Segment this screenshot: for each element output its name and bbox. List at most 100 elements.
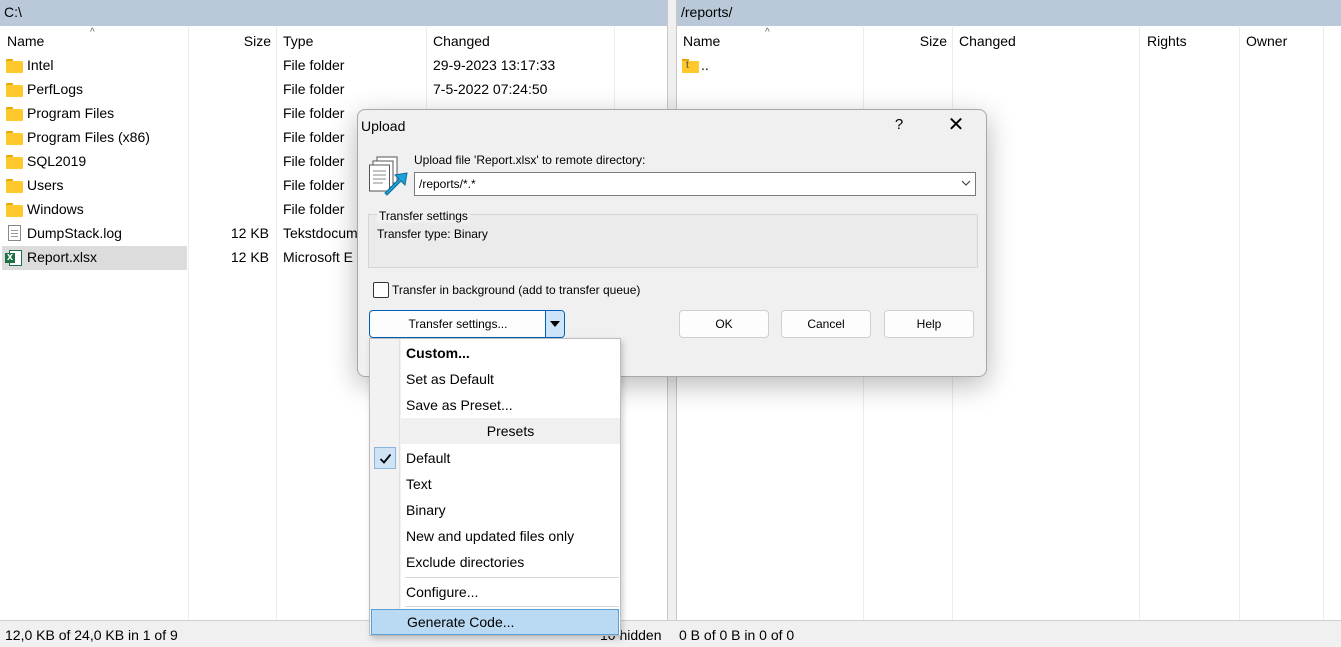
menu-item-label: Custom... xyxy=(406,345,470,361)
column-header-name[interactable]: Name xyxy=(7,27,44,53)
file-type: File folder xyxy=(283,153,345,169)
transfer-settings-button[interactable]: Transfer settings... xyxy=(370,317,546,331)
menu-item-label: Save as Preset... xyxy=(406,397,513,413)
ok-button[interactable]: OK xyxy=(679,310,769,338)
menu-item-label: Binary xyxy=(406,502,446,518)
menu-item-label: Exclude directories xyxy=(406,554,525,570)
help-icon[interactable]: ? xyxy=(892,116,906,133)
file-changed: 7-5-2022 07:24:50 xyxy=(433,81,548,97)
file-changed: 29-9-2023 13:17:33 xyxy=(433,57,556,73)
column-divider[interactable] xyxy=(1323,27,1324,620)
menu-header-presets: Presets xyxy=(401,418,620,444)
file-name: SQL2019 xyxy=(27,153,87,169)
sort-ascending-icon: ^ xyxy=(90,27,95,38)
menu-item-generate-code[interactable]: Generate Code... xyxy=(371,609,619,635)
file-type: File folder xyxy=(283,57,345,73)
chevron-down-icon[interactable] xyxy=(961,178,971,188)
file-name: PerfLogs xyxy=(27,81,84,97)
file-type: File folder xyxy=(283,81,345,97)
dropdown-arrow-icon[interactable] xyxy=(545,311,564,337)
column-rights-label: Rights xyxy=(1147,33,1187,49)
folder-icon xyxy=(6,203,23,217)
folder-icon xyxy=(6,107,23,121)
remote-path-bar[interactable]: /reports/ xyxy=(677,0,1341,26)
file-type: File folder xyxy=(283,129,345,145)
transfer-background-label[interactable]: Transfer in background (add to transfer … xyxy=(392,283,640,297)
upload-icon xyxy=(369,155,409,197)
file-type: Tekstdocum xyxy=(283,225,358,241)
remote-directory-combo[interactable]: /reports/*.* xyxy=(414,172,976,196)
menu-separator xyxy=(405,577,619,578)
column-changed-label: Changed xyxy=(959,33,1016,49)
menu-item-preset-default[interactable]: Default xyxy=(370,445,620,471)
menu-item-label: Default xyxy=(406,450,451,466)
file-name: Windows xyxy=(27,201,84,217)
column-header-size[interactable]: Size xyxy=(913,27,947,53)
column-header-changed[interactable]: Changed xyxy=(433,27,490,53)
folder-icon xyxy=(6,155,23,169)
menu-item-label: New and updated files only xyxy=(406,528,575,544)
file-name: DumpStack.log xyxy=(27,225,122,241)
close-icon[interactable]: ✕ xyxy=(945,114,967,136)
column-header-changed[interactable]: Changed xyxy=(959,27,1016,53)
parent-directory-row[interactable]: t .. xyxy=(677,54,1341,78)
menu-separator xyxy=(405,606,619,607)
column-divider[interactable] xyxy=(1239,27,1240,620)
menu-item-label: Text xyxy=(406,476,432,492)
column-header-size[interactable]: Size xyxy=(240,27,271,53)
file-row[interactable]: PerfLogs File folder 7-5-2022 07:24:50 xyxy=(0,78,667,102)
local-status: 12,0 KB of 24,0 KB in 1 of 9 xyxy=(5,627,178,643)
menu-item-preset-new-updated[interactable]: New and updated files only xyxy=(370,523,620,549)
sort-ascending-icon: ^ xyxy=(765,27,770,38)
upload-prompt: Upload file 'Report.xlsx' to remote dire… xyxy=(414,153,646,167)
dialog-title: Upload xyxy=(361,118,406,134)
file-type: File folder xyxy=(283,201,345,217)
menu-item-label: Generate Code... xyxy=(407,614,515,630)
file-name: Program Files xyxy=(27,105,115,121)
file-row[interactable]: Intel File folder 29-9-2023 13:17:33 xyxy=(0,54,667,78)
menu-item-preset-exclude-directories[interactable]: Exclude directories xyxy=(370,549,620,575)
parent-directory-icon: t xyxy=(682,59,699,73)
file-type: Microsoft E xyxy=(283,249,354,265)
column-name-label: Name xyxy=(683,33,721,49)
remote-directory-value: /reports/*.* xyxy=(419,177,476,191)
menu-item-custom[interactable]: Custom... xyxy=(370,340,620,366)
column-header-type[interactable]: Type xyxy=(283,27,313,53)
column-changed-label: Changed xyxy=(433,33,490,49)
file-type: File folder xyxy=(283,105,345,121)
local-path-bar[interactable]: C:\ xyxy=(0,0,667,26)
column-type-label: Type xyxy=(283,33,314,49)
upload-dialog: Upload ? ✕ Upload file 'Report.xlsx' to … xyxy=(357,109,987,377)
remote-status: 0 B of 0 B in 0 of 0 xyxy=(679,627,795,643)
group-title: Transfer settings xyxy=(377,209,470,223)
menu-item-preset-binary[interactable]: Binary xyxy=(370,497,620,523)
transfer-settings-split-button[interactable]: Transfer settings... xyxy=(369,310,565,338)
menu-header-label: Presets xyxy=(486,423,535,439)
column-divider[interactable] xyxy=(1139,27,1140,620)
menu-item-save-preset[interactable]: Save as Preset... xyxy=(370,392,620,418)
menu-item-set-default[interactable]: Set as Default xyxy=(370,366,620,392)
folder-icon xyxy=(6,131,23,145)
menu-item-label: Set as Default xyxy=(406,371,494,387)
transfer-background-checkbox[interactable] xyxy=(373,282,389,298)
column-header-rights[interactable]: Rights xyxy=(1147,27,1187,53)
cancel-button[interactable]: Cancel xyxy=(781,310,871,338)
transfer-settings-menu: Custom... Set as Default Save as Preset.… xyxy=(369,338,621,636)
file-size: 12 KB xyxy=(230,225,269,241)
column-name-label: Name xyxy=(7,33,45,49)
text-file-icon xyxy=(8,225,21,241)
column-header-owner[interactable]: Owner xyxy=(1246,27,1287,53)
help-button[interactable]: Help xyxy=(884,310,974,338)
file-type: File folder xyxy=(283,177,345,193)
menu-item-preset-text[interactable]: Text xyxy=(370,471,620,497)
menu-item-label: Configure... xyxy=(406,584,479,600)
column-header-name[interactable]: Name xyxy=(683,27,720,53)
menu-item-configure[interactable]: Configure... xyxy=(370,579,620,605)
file-size: 12 KB xyxy=(230,249,269,265)
file-name: .. xyxy=(701,57,709,73)
local-path: C:\ xyxy=(4,4,22,20)
remote-path: /reports/ xyxy=(681,4,733,20)
transfer-settings-group: Transfer settings Transfer type: Binary xyxy=(368,209,978,268)
file-name: Report.xlsx xyxy=(27,249,98,265)
status-bar: 12,0 KB of 24,0 KB in 1 of 9 10 hidden 0… xyxy=(0,620,1341,647)
